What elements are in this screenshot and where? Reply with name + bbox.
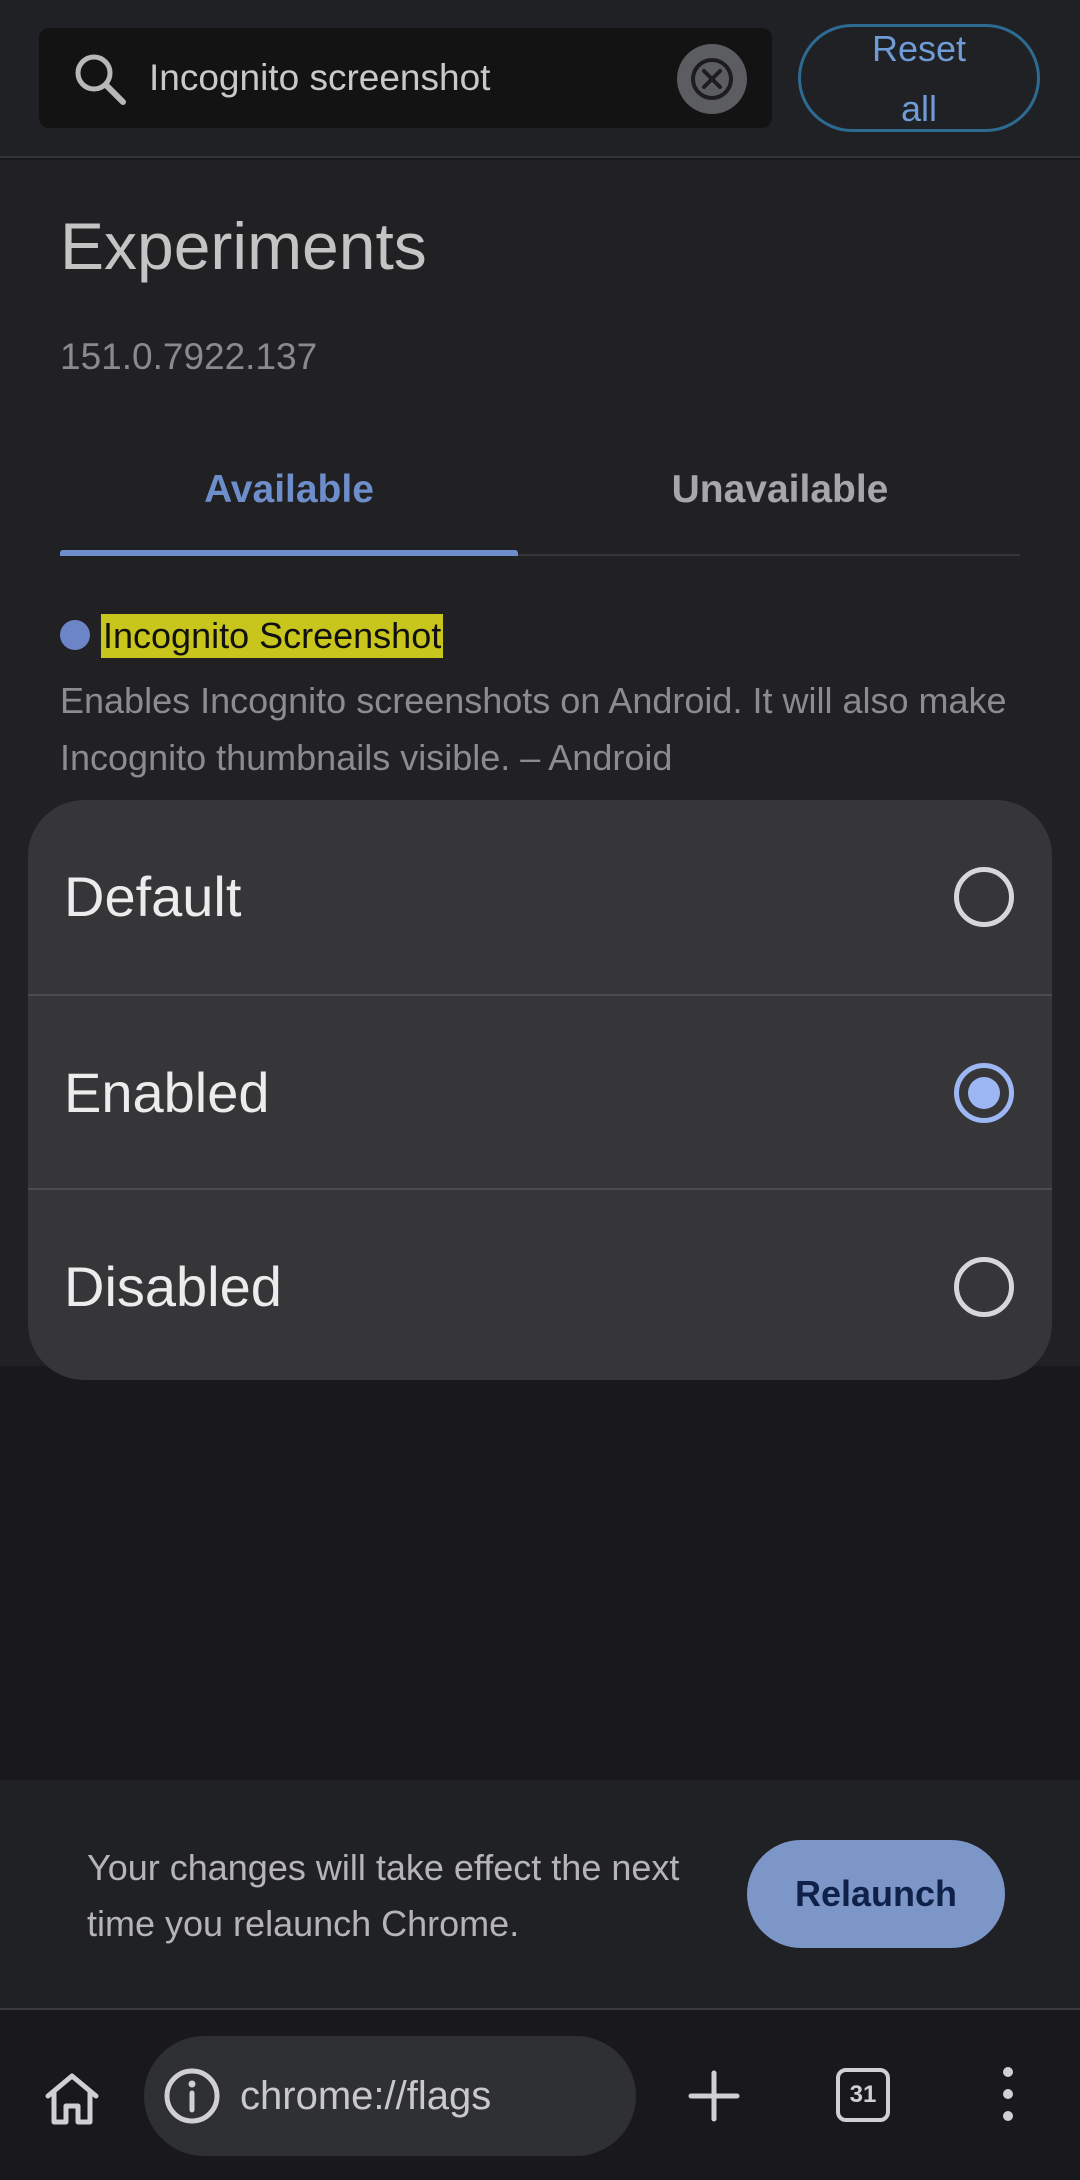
radio-button-default[interactable] (954, 867, 1014, 927)
active-tab-indicator (60, 550, 518, 556)
home-icon[interactable] (42, 2068, 102, 2128)
info-icon[interactable] (162, 2066, 222, 2126)
flag-name: Incognito Screenshot (101, 614, 444, 658)
option-label: Default (64, 865, 242, 928)
option-label: Disabled (64, 1255, 282, 1318)
tab-bar: Available Unavailable (60, 440, 1020, 556)
search-input[interactable]: Incognito screenshot (149, 28, 490, 128)
search-box[interactable]: Incognito screenshot (39, 28, 772, 128)
close-icon (691, 58, 733, 100)
tab-switcher-icon[interactable]: 31 (836, 2068, 890, 2122)
option-default[interactable]: Default (28, 800, 1052, 994)
option-label: Enabled (64, 1061, 270, 1124)
page-title: Experiments (60, 209, 427, 283)
radio-button-enabled[interactable] (954, 1063, 1014, 1123)
url-text[interactable]: chrome://flags (240, 2036, 491, 2156)
flag-description: Enables Incognito screenshots on Android… (60, 680, 1007, 778)
version-label: 151.0.7922.137 (60, 336, 318, 377)
relaunch-bar: Your changes will take effect the next t… (0, 1780, 1080, 2010)
tab-unavailable[interactable]: Unavailable (540, 440, 1020, 556)
flag-options-popup: Default Enabled Disabled (28, 800, 1052, 1380)
reset-all-button[interactable]: Reset all (798, 24, 1040, 132)
plus-icon[interactable] (688, 2070, 740, 2122)
bottom-toolbar: chrome://flags 31 (0, 2012, 1080, 2180)
search-icon (75, 54, 126, 105)
radio-button-disabled[interactable] (954, 1257, 1014, 1317)
relaunch-message: Your changes will take effect the next t… (87, 1847, 680, 1944)
option-enabled[interactable]: Enabled (28, 994, 1052, 1188)
tab-available[interactable]: Available (60, 440, 518, 556)
more-vert-icon[interactable] (994, 2064, 1022, 2124)
search-header: Incognito screenshot Reset all (0, 0, 1080, 158)
flag-status-dot (60, 620, 90, 650)
reset-all-label: Reset all (871, 28, 967, 129)
omnibox[interactable]: chrome://flags (144, 2036, 636, 2156)
option-disabled[interactable]: Disabled (28, 1188, 1052, 1380)
clear-search-button[interactable] (677, 44, 747, 114)
relaunch-button[interactable]: Relaunch (747, 1840, 1005, 1948)
chrome-flags-page: Incognito screenshot Reset all Experimen… (0, 0, 1080, 2180)
